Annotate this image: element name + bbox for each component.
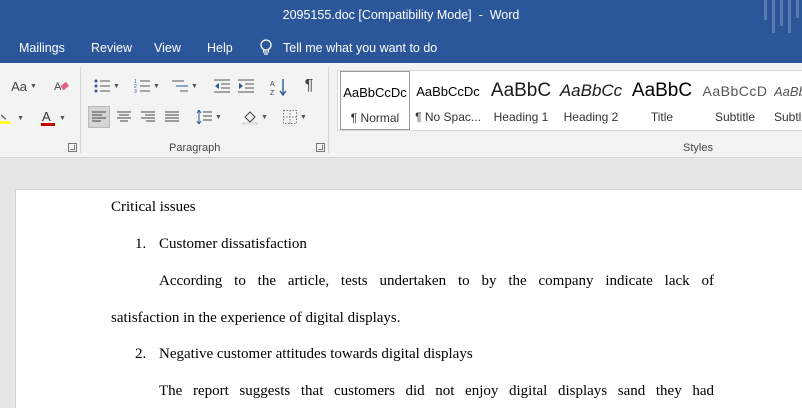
highlight-color-button[interactable]: ▼ <box>0 108 24 128</box>
sort-button[interactable]: AZ <box>268 76 290 98</box>
tell-me-search[interactable]: Tell me what you want to do <box>259 39 437 56</box>
svg-text:A: A <box>54 81 62 93</box>
line-spacing-button[interactable]: ▼ <box>192 106 226 128</box>
style-sample: AaBbC <box>490 80 552 101</box>
paragraph-line: satisfaction in the experience of digita… <box>111 310 401 326</box>
justify-button[interactable] <box>161 106 183 128</box>
shading-button[interactable]: ▼ <box>238 106 272 128</box>
paragraph-line: According to the article, tests undertak… <box>159 273 714 289</box>
multilevel-list-icon <box>172 80 189 92</box>
paragraph-line: The report suggests that customers did n… <box>159 383 714 399</box>
eraser-icon: A <box>54 81 69 93</box>
group-separator <box>80 67 81 153</box>
style-name: Heading 1 <box>493 110 549 124</box>
pilcrow-icon: ¶ <box>304 77 314 94</box>
titlebar-decoration <box>754 0 802 33</box>
numbering-button[interactable]: 123 ▼ <box>130 76 164 96</box>
line-spacing-icon <box>196 110 213 124</box>
align-center-icon <box>117 111 131 122</box>
group-separator <box>328 67 329 153</box>
tab-view[interactable]: View <box>154 41 181 55</box>
list-item: Customer dissatisfaction <box>159 236 307 252</box>
sort-icon: AZ <box>270 79 287 96</box>
align-left-button[interactable] <box>88 106 110 128</box>
tab-help[interactable]: Help <box>207 41 233 55</box>
style-name: Heading 2 <box>563 110 619 124</box>
style-subtitle[interactable]: AaBbCcD Subtitle <box>700 71 770 130</box>
document-page[interactable]: Critical issues 1. Customer dissatisfact… <box>15 189 802 408</box>
font-color-icon: A <box>41 109 56 126</box>
show-formatting-button[interactable]: ¶ <box>298 76 320 96</box>
highlighter-icon <box>0 114 11 124</box>
svg-text:A: A <box>42 109 51 124</box>
title-bar: 2095155.doc [Compatibility Mode] - Word <box>0 0 802 33</box>
tell-me-label: Tell me what you want to do <box>283 40 438 55</box>
list-number: 1. <box>135 236 147 252</box>
style-sample: AaBbCcDc <box>416 84 480 99</box>
app-name: Word <box>489 8 520 22</box>
numbering-icon: 123 <box>134 79 151 93</box>
document-filename: 2095155.doc [Compatibility Mode] <box>282 8 472 22</box>
style-heading-1[interactable]: AaBbC Heading 1 <box>486 71 556 130</box>
ribbon: Aa ▼ A ▼ A ▼ ▼ 123 ▼ ▼ A Z ¶ ▼ ▼ ▼ Parag… <box>0 63 802 158</box>
align-right-icon <box>141 111 155 122</box>
style-heading-2[interactable]: AaBbCc Heading 2 <box>558 71 624 130</box>
paragraph-dialog-launcher[interactable] <box>316 143 325 152</box>
styles-group-label: Styles <box>683 142 713 154</box>
font-dialog-launcher[interactable] <box>68 143 77 152</box>
align-left-icon <box>92 111 106 122</box>
section-heading: Critical issues <box>111 199 196 215</box>
style-sample: AaBbC <box>631 80 693 101</box>
style-name: Subtl <box>774 110 802 124</box>
paragraph-group-label: Paragraph <box>169 142 221 154</box>
tab-review[interactable]: Review <box>91 41 132 55</box>
multilevel-list-button[interactable]: ▼ <box>168 76 202 96</box>
svg-text:A: A <box>270 81 275 88</box>
change-case-icon: Aa <box>11 78 27 94</box>
style-name: Subtitle <box>714 110 756 124</box>
change-case-button[interactable]: Aa ▼ <box>6 77 42 95</box>
bullets-icon <box>94 79 111 93</box>
align-right-button[interactable] <box>137 106 159 128</box>
bullets-button[interactable]: ▼ <box>90 76 124 96</box>
ribbon-tabs: Mailings Review View Help Tell me what y… <box>0 33 802 63</box>
style-normal[interactable]: AaBbCcDc ¶ Normal <box>340 71 410 130</box>
justify-icon <box>165 111 179 122</box>
increase-indent-button[interactable] <box>236 76 256 96</box>
style-name: ¶ No Spac... <box>415 110 481 124</box>
borders-icon <box>283 110 298 124</box>
tab-mailings[interactable]: Mailings <box>19 41 65 55</box>
style-sample: AaBbCcD <box>702 83 768 99</box>
list-item: Negative customer attitudes towards digi… <box>159 346 473 362</box>
style-name: Title <box>650 110 674 124</box>
style-title[interactable]: AaBbC Title <box>628 71 696 130</box>
style-sample: AaBbCc <box>559 81 623 100</box>
borders-button[interactable]: ▼ <box>278 106 312 128</box>
lightbulb-icon <box>260 39 272 55</box>
align-center-button[interactable] <box>113 106 135 128</box>
increase-indent-icon <box>238 79 254 93</box>
style-subtle-emphasis[interactable]: AaBb Subtl <box>774 71 802 130</box>
svg-text:3: 3 <box>134 89 137 93</box>
decrease-indent-button[interactable] <box>212 76 232 96</box>
font-color-button[interactable]: A ▼ <box>38 108 68 128</box>
document-area: Critical issues 1. Customer dissatisfact… <box>0 158 802 408</box>
style-no-spacing[interactable]: AaBbCcDc ¶ No Spac... <box>412 71 484 130</box>
list-number: 2. <box>135 346 147 362</box>
style-sample: AaBb <box>774 84 802 99</box>
decrease-indent-icon <box>214 79 230 93</box>
style-name: ¶ Normal <box>350 111 400 125</box>
clear-formatting-button[interactable]: A <box>52 76 72 96</box>
style-sample: AaBbCcDc <box>343 85 407 100</box>
svg-text:Z: Z <box>270 90 275 96</box>
styles-gallery: AaBbCcDc ¶ Normal AaBbCcDc ¶ No Spac... … <box>337 70 802 131</box>
window-title: 2095155.doc [Compatibility Mode] - Word <box>0 8 802 22</box>
paint-bucket-icon <box>242 111 258 125</box>
